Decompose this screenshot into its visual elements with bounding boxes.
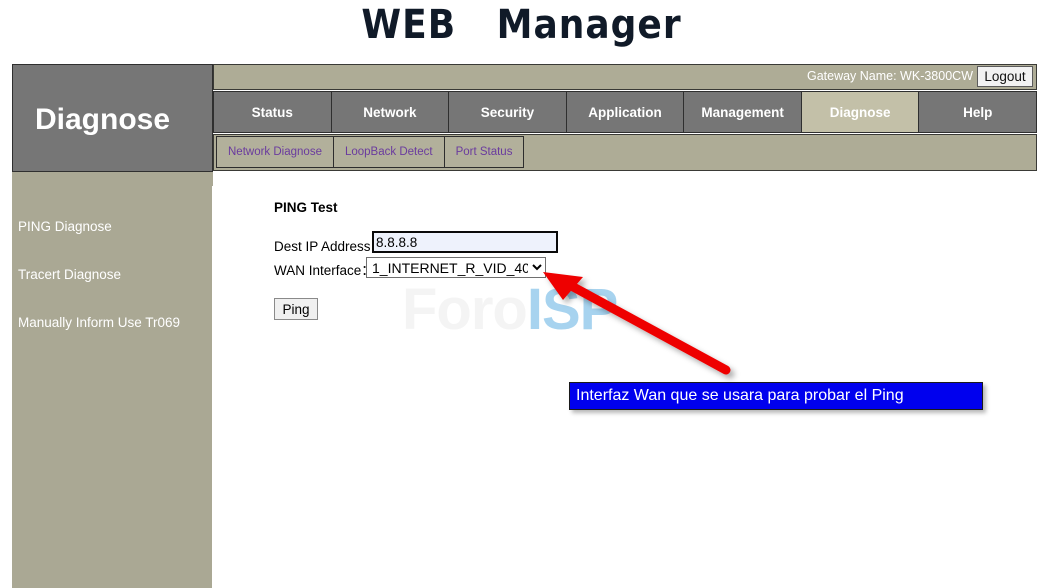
tab-management[interactable]: Management [684,92,802,132]
sidebar: PING Diagnose Tracert Diagnose Manually … [12,172,213,588]
gateway-name-label: Gateway Name: WK-3800CW [806,69,973,83]
tab-application[interactable]: Application [566,92,685,132]
wan-interface-select[interactable]: 1_INTERNET_R_VID_400 [366,257,546,278]
section-title-label: Diagnose [35,103,171,136]
main-navigation: Status Network Security Application Mana… [213,91,1037,133]
wan-interface-label: WAN Interface： [274,263,375,278]
sidebar-item-tracert-diagnose[interactable]: Tracert Diagnose [18,267,213,282]
subnav-item-network-diagnose[interactable]: Network Diagnose [217,137,334,167]
tab-diagnose[interactable]: Diagnose [801,92,920,132]
logout-button[interactable]: Logout [977,66,1033,87]
tab-security[interactable]: Security [449,92,567,132]
sub-navigation: Network Diagnose LoopBack Detect Port St… [213,134,1037,171]
page-banner: WEB Manager [0,0,1043,56]
dest-ip-input[interactable] [372,231,558,253]
ping-button[interactable]: Ping [274,298,318,320]
tab-help[interactable]: Help [919,92,1037,132]
sidebar-item-manually-inform-tr069[interactable]: Manually Inform Use Tr069 [18,315,213,330]
subnav-item-port-status[interactable]: Port Status [444,137,524,167]
tab-status[interactable]: Status [214,92,332,132]
callout-text: Interfaz Wan que se usara para probar el… [576,387,904,404]
page-title: WEB Manager [361,2,682,48]
form-heading: PING Test [274,200,338,215]
section-title-block: Diagnose [12,64,213,172]
callout-box: Interfaz Wan que se usara para probar el… [569,382,983,410]
gateway-bar: Gateway Name: WK-3800CW Logout [213,64,1037,90]
subnav-item-loopback-detect[interactable]: LoopBack Detect [333,137,445,167]
dest-ip-label: Dest IP Address： [274,239,385,254]
sub-navigation-group: Network Diagnose LoopBack Detect Port St… [216,136,525,168]
sidebar-item-ping-diagnose[interactable]: PING Diagnose [18,219,213,234]
tab-network[interactable]: Network [331,92,450,132]
